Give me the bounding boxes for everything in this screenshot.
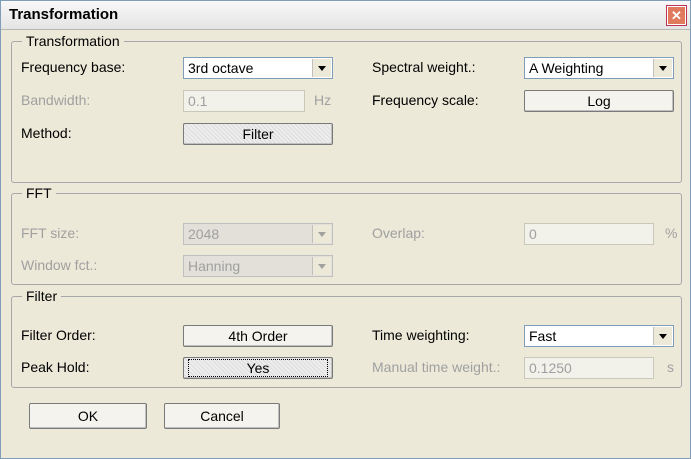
chevron-down-icon[interactable] xyxy=(653,327,672,345)
fft-size-value: 2048 xyxy=(188,226,220,242)
filter-order-label: Filter Order: xyxy=(21,327,96,343)
manual-time-weight-unit: s xyxy=(667,359,674,375)
cancel-label: Cancel xyxy=(200,408,244,424)
fft-legend: FFT xyxy=(22,185,56,201)
method-button[interactable]: Filter xyxy=(183,123,333,145)
window-fct-label: Window fct.: xyxy=(21,257,98,273)
bandwidth-value: 0.1 xyxy=(188,93,208,109)
close-icon[interactable]: ✕ xyxy=(667,6,686,25)
chevron-down-icon[interactable] xyxy=(312,59,331,77)
bandwidth-unit: Hz xyxy=(314,92,332,108)
spectral-weight-label: Spectral weight.: xyxy=(372,59,476,75)
frequency-base-select[interactable]: 3rd octave xyxy=(183,57,333,79)
overlap-label: Overlap: xyxy=(372,225,425,241)
overlap-value: 0 xyxy=(529,226,537,242)
peak-hold-button[interactable]: Yes xyxy=(183,357,333,379)
fft-size-label: FFT size: xyxy=(21,225,80,241)
overlap-unit: % xyxy=(665,225,678,241)
manual-time-weight-value: 0.1250 xyxy=(529,360,572,376)
title-bar[interactable]: Transformation ✕ xyxy=(1,1,690,30)
bandwidth-label: Bandwidth: xyxy=(21,92,91,108)
frequency-scale-label: Frequency scale: xyxy=(372,92,479,108)
manual-time-weight-label: Manual time weight.: xyxy=(372,359,501,375)
ok-label: OK xyxy=(77,408,99,424)
transformation-legend: Transformation xyxy=(22,33,124,49)
peak-hold-label: Peak Hold: xyxy=(21,359,90,375)
time-weighting-select[interactable]: Fast xyxy=(524,325,674,347)
frequency-base-label: Frequency base: xyxy=(21,59,126,75)
window-title: Transformation xyxy=(9,6,119,23)
overlap-input[interactable]: 0 xyxy=(524,223,654,245)
chevron-down-icon[interactable] xyxy=(653,59,672,77)
frequency-scale-button[interactable]: Log xyxy=(524,90,674,112)
peak-hold-value: Yes xyxy=(187,359,329,377)
transformation-dialog: Transformation ✕ Transformation Frequenc… xyxy=(0,0,691,459)
window-fct-select[interactable]: Hanning xyxy=(183,255,333,277)
spectral-weight-select[interactable]: A Weighting xyxy=(524,57,674,79)
window-fct-value: Hanning xyxy=(188,258,241,274)
chevron-down-icon[interactable] xyxy=(312,257,331,275)
bandwidth-input[interactable]: 0.1 xyxy=(183,90,305,112)
frequency-base-value: 3rd octave xyxy=(188,60,254,76)
fft-size-select[interactable]: 2048 xyxy=(183,223,333,245)
chevron-down-icon[interactable] xyxy=(312,225,331,243)
method-value: Filter xyxy=(242,126,274,142)
cancel-button[interactable]: Cancel xyxy=(164,403,280,429)
manual-time-weight-input[interactable]: 0.1250 xyxy=(524,357,654,379)
filter-legend: Filter xyxy=(22,288,62,304)
filter-order-button[interactable]: 4th Order xyxy=(183,325,333,347)
time-weighting-value: Fast xyxy=(529,328,557,344)
filter-order-value: 4th Order xyxy=(228,328,288,344)
ok-button[interactable]: OK xyxy=(29,403,147,429)
spectral-weight-value: A Weighting xyxy=(529,60,604,76)
frequency-scale-value: Log xyxy=(587,93,611,109)
method-label: Method: xyxy=(21,125,72,141)
time-weighting-label: Time weighting: xyxy=(372,327,470,343)
